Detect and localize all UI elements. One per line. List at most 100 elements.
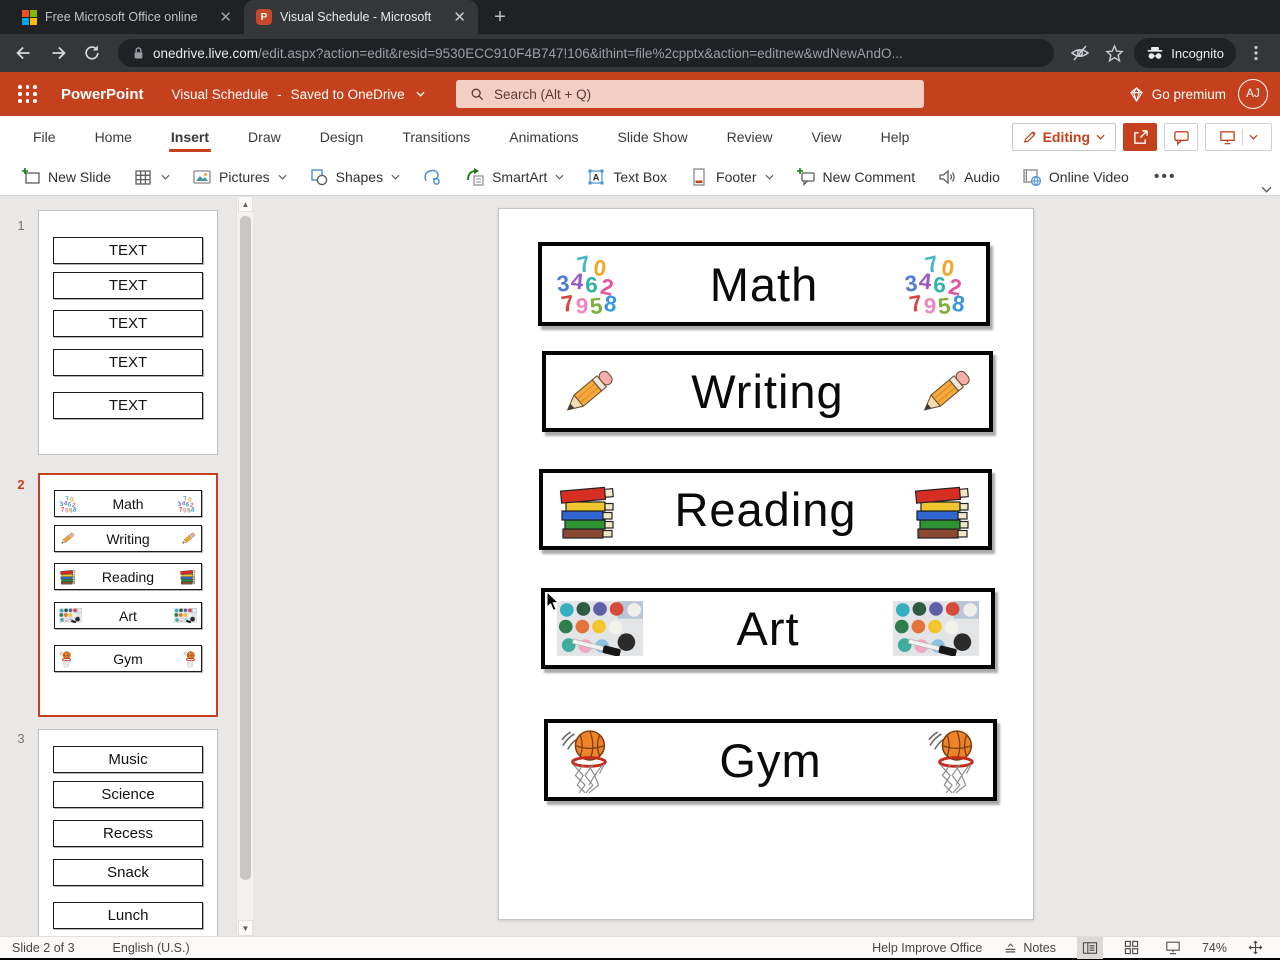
chevron-down-icon: [1249, 134, 1258, 140]
online-video-button[interactable]: Online Video: [1013, 162, 1138, 192]
browser-menu-icon[interactable]: [1242, 39, 1270, 67]
eye-blocked-icon[interactable]: [1066, 39, 1094, 67]
slide-canvas[interactable]: Math Writing Reading Art Gym: [498, 208, 1034, 920]
editing-mode-button[interactable]: Editing: [1011, 123, 1116, 151]
basketball-icon: [560, 729, 607, 795]
browser-tab-office[interactable]: Free Microsoft Office online ✕: [10, 0, 244, 34]
tab-file[interactable]: File: [33, 118, 56, 156]
thumb-text-row: Music: [53, 746, 203, 773]
footer-button[interactable]: Footer: [680, 162, 782, 192]
tab-view[interactable]: View: [811, 118, 841, 156]
numbers-icon: [59, 494, 78, 513]
tab-draw[interactable]: Draw: [248, 118, 281, 156]
tab-animations[interactable]: Animations: [509, 118, 578, 156]
slide-3-thumbnail[interactable]: Music Science Recess Snack Lunch: [38, 729, 218, 936]
thumb-text-row: Recess: [53, 820, 203, 847]
microsoft-logo-icon: [22, 9, 37, 25]
tab-review[interactable]: Review: [727, 118, 773, 156]
tab-close-icon[interactable]: ✕: [451, 10, 468, 25]
doodle-button[interactable]: [413, 162, 452, 192]
smartart-button[interactable]: SmartArt: [456, 162, 573, 192]
document-title-group[interactable]: Visual Schedule - Saved to OneDrive: [172, 87, 425, 102]
pencil-icon: [181, 532, 196, 546]
tab-home[interactable]: Home: [95, 118, 132, 156]
account-avatar[interactable]: AJ: [1238, 79, 1268, 109]
thumbnail-scrollbar[interactable]: ▲ ▼: [236, 196, 253, 936]
new-slide-button[interactable]: New Slide: [12, 162, 120, 192]
app-header: PowerPoint Visual Schedule - Saved to On…: [0, 72, 1280, 116]
browser-tab-visual-schedule[interactable]: P Visual Schedule - Microsoft ✕: [244, 0, 478, 34]
app-launcher-icon[interactable]: [18, 85, 37, 103]
forward-button[interactable]: [44, 39, 72, 67]
address-bar[interactable]: onedrive.live.com/edit.aspx?action=edit&…: [118, 39, 1055, 67]
title-separator: -: [277, 86, 282, 102]
slide-sorter-view-button[interactable]: [1119, 937, 1144, 959]
schedule-row-gym[interactable]: Gym: [544, 719, 997, 801]
thumb-row-writing: Writing: [54, 525, 202, 552]
thumb-text-row: Snack: [53, 859, 203, 886]
slide-2-thumbnail[interactable]: Math Writing Reading Art Gym: [38, 473, 218, 717]
table-icon: [135, 169, 151, 185]
language-selector[interactable]: English (U.S.): [113, 941, 190, 955]
thumb-text-row: TEXT: [53, 237, 203, 264]
chevron-down-icon: [391, 174, 400, 180]
schedule-row-reading[interactable]: Reading: [539, 469, 992, 550]
go-premium-button[interactable]: Go premium: [1128, 87, 1226, 102]
pictures-button[interactable]: Pictures: [183, 162, 296, 192]
tab-slide-show[interactable]: Slide Show: [618, 118, 688, 156]
numbers-icon: [903, 252, 967, 316]
notes-toggle[interactable]: Notes: [998, 937, 1061, 959]
fit-slide-button[interactable]: [1243, 937, 1268, 959]
chevron-down-icon: [416, 91, 425, 97]
online-video-icon: [1023, 168, 1041, 186]
chevron-down-icon: [1096, 134, 1105, 140]
back-button[interactable]: [10, 39, 38, 67]
thumb-row-reading: Reading: [54, 563, 202, 590]
schedule-row-art[interactable]: Art: [541, 588, 995, 669]
incognito-badge: Incognito: [1134, 38, 1236, 68]
slide-1-number: 1: [17, 218, 25, 233]
schedule-row-writing[interactable]: Writing: [542, 351, 993, 432]
save-status: Saved to OneDrive: [290, 86, 405, 102]
tab-design[interactable]: Design: [320, 118, 364, 156]
share-button[interactable]: [1123, 123, 1157, 151]
new-comment-button[interactable]: New Comment: [787, 162, 925, 192]
thumb-text-row: TEXT: [53, 272, 203, 299]
scroll-down-icon[interactable]: ▼: [238, 920, 253, 936]
reload-button[interactable]: [78, 39, 106, 67]
present-button[interactable]: [1205, 123, 1272, 151]
help-improve-office-link[interactable]: Help Improve Office: [872, 941, 982, 955]
thumb-text-row: TEXT: [53, 310, 203, 337]
share-icon: [1133, 129, 1148, 144]
schedule-row-math[interactable]: Math: [538, 242, 990, 326]
pencil-icon: [919, 368, 972, 416]
bookmark-star-icon[interactable]: [1100, 39, 1128, 67]
new-tab-button[interactable]: +: [486, 3, 514, 31]
text-box-icon: A: [588, 169, 604, 184]
basketball-icon: [927, 729, 974, 795]
pictures-icon: [193, 169, 211, 184]
collapse-ribbon-icon[interactable]: [1261, 186, 1272, 193]
chevron-down-icon: [278, 174, 287, 180]
search-input[interactable]: Search (Alt + Q): [456, 80, 924, 108]
slideshow-view-button[interactable]: [1160, 937, 1186, 959]
tab-transitions[interactable]: Transitions: [402, 118, 470, 156]
more-commands-button[interactable]: •••: [1142, 162, 1189, 192]
table-button[interactable]: [124, 162, 179, 192]
text-box-button[interactable]: A Text Box: [577, 162, 676, 192]
shapes-button[interactable]: Shapes: [300, 162, 409, 192]
audio-button[interactable]: Audio: [928, 162, 1009, 192]
incognito-label: Incognito: [1171, 45, 1224, 61]
slide-1-thumbnail[interactable]: TEXT TEXT TEXT TEXT TEXT: [38, 210, 218, 455]
books-icon: [180, 569, 196, 585]
comments-button[interactable]: [1164, 123, 1198, 151]
scroll-up-icon[interactable]: ▲: [238, 196, 253, 212]
thumb-row-art: Art: [54, 602, 202, 629]
tab-insert[interactable]: Insert: [168, 118, 212, 156]
normal-view-button[interactable]: [1076, 936, 1103, 959]
tab-close-icon[interactable]: ✕: [217, 10, 234, 25]
zoom-level[interactable]: 74%: [1202, 941, 1227, 955]
tab-help[interactable]: Help: [881, 118, 910, 156]
paint-palette-icon: [174, 608, 197, 623]
scrollbar-thumb[interactable]: [240, 216, 251, 880]
